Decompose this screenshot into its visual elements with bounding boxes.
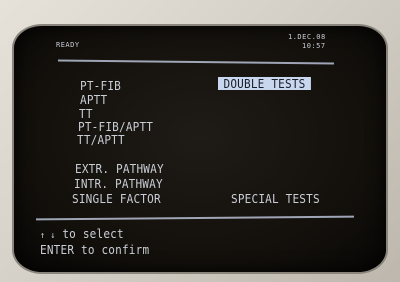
help-select-line: ↑ ↓ to select	[40, 228, 124, 241]
top-divider	[57, 59, 335, 64]
help-select-text: to select	[62, 227, 124, 241]
status-date: 1.DEC.08	[288, 33, 326, 41]
menu-item-special-tests[interactable]: SPECIAL TESTS	[231, 193, 320, 205]
menu-item-pt-fib[interactable]: PT-FIB	[80, 80, 121, 92]
crt-screen: READY 1.DEC.08 10:57 PT-FIB APTT TT PT-F…	[14, 26, 386, 272]
menu-item-tt-aptt[interactable]: TT/APTT	[77, 134, 125, 146]
menu-item-aptt[interactable]: APTT	[80, 94, 107, 106]
help-confirm-text: ENTER to confirm	[40, 243, 150, 257]
arrow-up-down-icon: ↑ ↓	[40, 231, 56, 241]
bottom-divider	[35, 215, 355, 220]
status-time: 10:57	[302, 42, 326, 50]
menu-item-single-factor[interactable]: SINGLE FACTOR	[72, 193, 161, 205]
menu-item-intr-pathway[interactable]: INTR. PATHWAY	[74, 178, 163, 190]
menu-item-tt[interactable]: TT	[79, 108, 93, 120]
status-ready: READY	[56, 41, 80, 49]
menu-item-extr-pathway[interactable]: EXTR. PATHWAY	[75, 163, 164, 175]
menu-item-pt-fib-aptt[interactable]: PT-FIB/APTT	[78, 121, 153, 133]
menu-item-double-tests[interactable]: DOUBLE TESTS	[218, 77, 312, 90]
